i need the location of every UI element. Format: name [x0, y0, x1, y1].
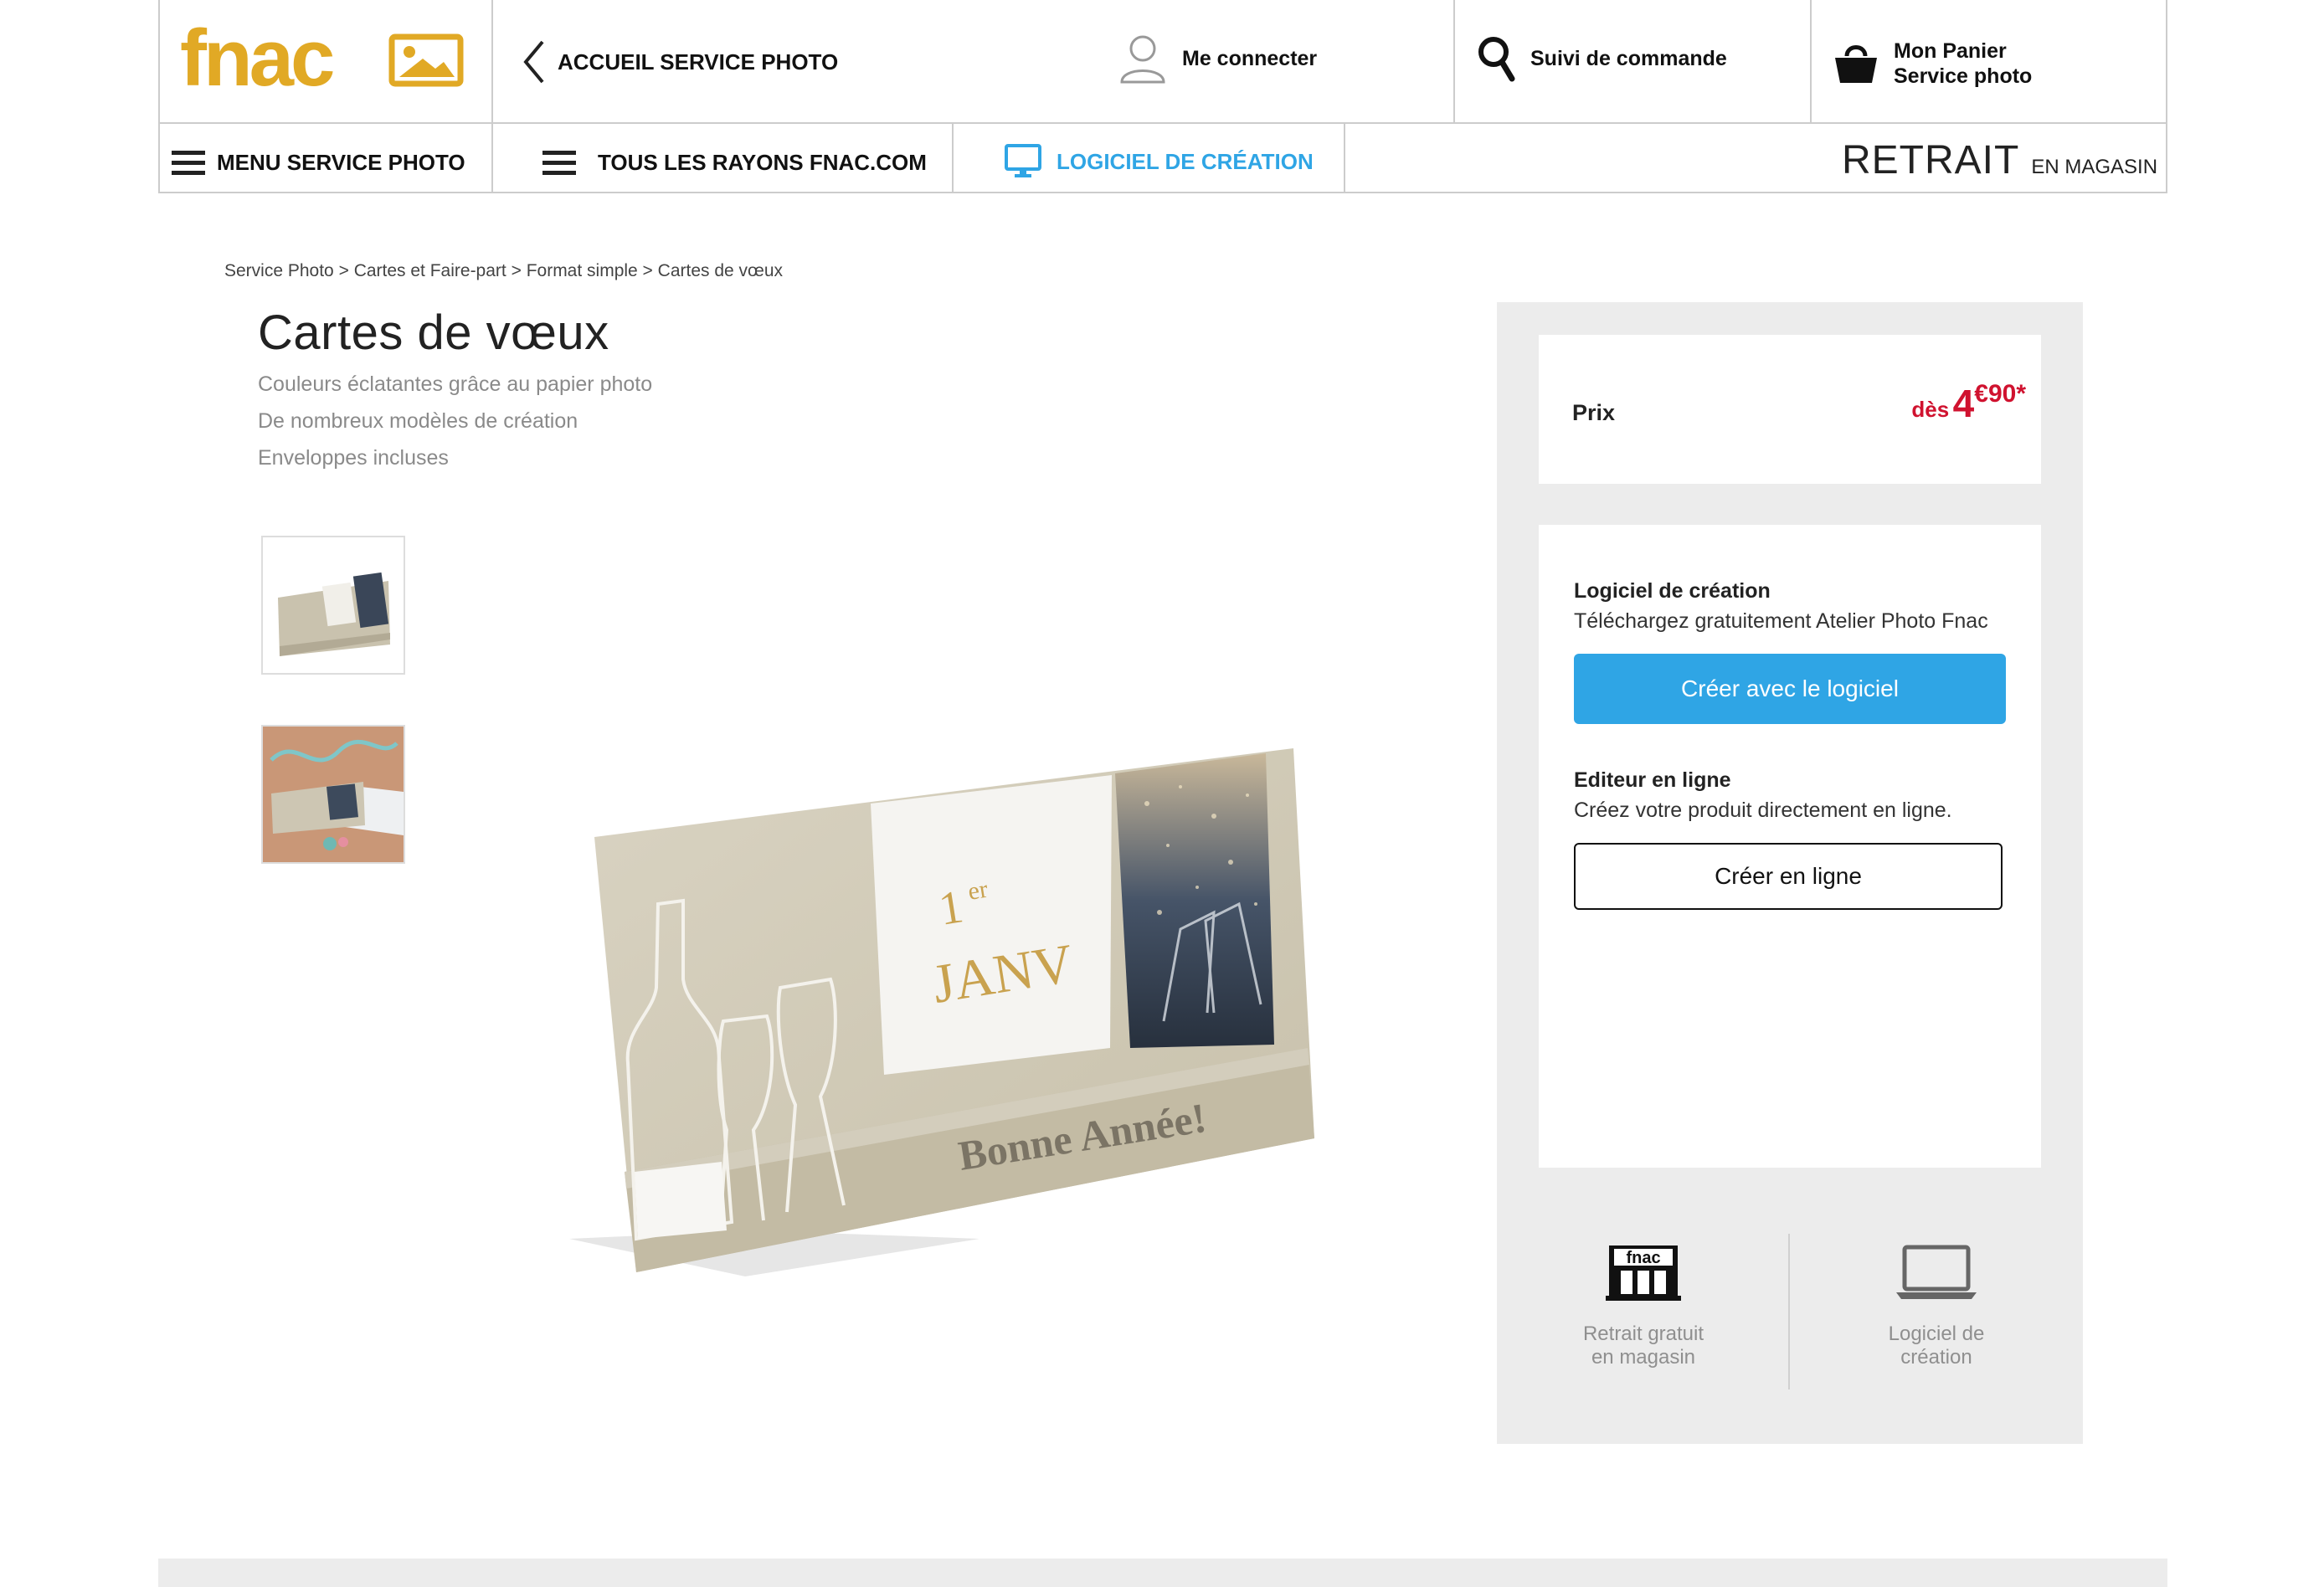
divider	[1810, 0, 1812, 124]
cart-label-line1: Mon Panier	[1894, 39, 2007, 63]
cart-label-line2: Service photo	[1894, 64, 2033, 88]
search-icon	[1478, 37, 1515, 82]
software-service-line1: Logiciel de	[1888, 1322, 1985, 1345]
main-product-image: 1 er JANV Bonne Année!	[544, 737, 1339, 1289]
create-with-software-button[interactable]: Créer avec le logiciel	[1574, 654, 2006, 724]
all-departments-label: TOUS LES RAYONS FNAC.COM	[598, 149, 927, 175]
store-pickup-line1: Retrait gratuit	[1582, 1322, 1704, 1345]
breadcrumb-separator: >	[506, 261, 527, 280]
breadcrumb-separator: >	[333, 261, 354, 280]
lifestyle-thumbnail-image	[263, 727, 404, 862]
cart-link[interactable]: Mon Panier Service photo	[1833, 35, 2032, 92]
online-editor-title: Editeur en ligne	[1574, 768, 1731, 792]
price-decimal: €90*	[1974, 380, 2026, 408]
fnac-logo[interactable]: fnac	[180, 13, 469, 103]
page-title: Cartes de vœux	[258, 306, 609, 360]
online-editor-description: Créez votre produit directement en ligne…	[1574, 799, 1952, 822]
hamburger-icon	[172, 145, 205, 181]
monitor-icon	[1005, 144, 1041, 177]
feature-item: Enveloppes incluses	[258, 446, 449, 470]
card-thumbnail-image	[263, 537, 404, 673]
svg-text:fnac: fnac	[180, 25, 333, 94]
software-service-line2: création	[1900, 1346, 1972, 1369]
divider	[952, 124, 954, 193]
order-tracking-label: Suivi de commande	[1530, 46, 1727, 70]
creation-software-tab[interactable]: LOGICIEL DE CRÉATION	[1005, 142, 1314, 181]
breadcrumb-separator: >	[637, 261, 658, 280]
pickup-big-label: RETRAIT	[1842, 138, 2020, 182]
feature-item: Couleurs éclatantes grâce au papier phot…	[258, 372, 653, 396]
menu-service-photo-button[interactable]: MENU SERVICE PHOTO	[172, 146, 465, 179]
greeting-card-illustration: 1 er JANV Bonne Année!	[569, 748, 1314, 1276]
fnac-logo-graphic: fnac	[180, 13, 464, 103]
store-pickup-line2: en magasin	[1591, 1346, 1696, 1369]
price-integer: 4	[1952, 382, 1975, 425]
store-pickup-service: fnac Retrait gratuit en magasin	[1564, 1244, 1723, 1369]
software-option-title: Logiciel de création	[1574, 579, 1771, 603]
divider	[1453, 0, 1455, 124]
breadcrumb: Service Photo > Cartes et Faire-part > F…	[224, 261, 783, 281]
hamburger-icon	[542, 145, 576, 181]
divider	[1344, 124, 1345, 193]
user-icon	[1120, 35, 1165, 84]
breadcrumb-item[interactable]: Cartes et Faire-part	[354, 261, 506, 280]
breadcrumb-current: Cartes de vœux	[657, 261, 784, 280]
breadcrumb-item[interactable]: Format simple	[527, 261, 638, 280]
menu-label: MENU SERVICE PHOTO	[217, 149, 465, 175]
all-departments-button[interactable]: TOUS LES RAYONS FNAC.COM	[542, 146, 927, 179]
chevron-left-icon	[523, 40, 544, 84]
back-link-label: ACCUEIL SERVICE PHOTO	[558, 49, 839, 74]
pickup-small-label: EN MAGASIN	[2031, 156, 2158, 178]
price-label: Prix	[1572, 400, 1616, 425]
fnac-store-icon: fnac	[1606, 1245, 1681, 1301]
info-section-band	[158, 1559, 2167, 1587]
login-link[interactable]: Me connecter	[1118, 33, 1317, 84]
price-prefix: dès	[1911, 397, 1950, 422]
create-online-button[interactable]: Créer en ligne	[1574, 843, 2003, 910]
breadcrumb-item[interactable]: Service Photo	[224, 261, 334, 280]
back-to-photo-home-link[interactable]: ACCUEIL SERVICE PHOTO	[522, 39, 838, 85]
divider	[491, 0, 493, 193]
product-thumbnail[interactable]	[261, 725, 405, 864]
software-service: Logiciel de création	[1857, 1244, 2016, 1369]
software-option-description: Téléchargez gratuitement Atelier Photo F…	[1574, 609, 1988, 633]
product-thumbnail[interactable]	[261, 536, 405, 675]
store-pickup-link[interactable]: RETRAIT EN MAGASIN	[1842, 137, 2157, 184]
creation-software-label: LOGICIEL DE CRÉATION	[1057, 148, 1314, 174]
feature-item: De nombreux modèles de création	[258, 409, 578, 433]
price-value: dès 4€90*	[1884, 380, 2026, 426]
services-divider	[1788, 1234, 1790, 1389]
store-icon-logo-text: fnac	[1626, 1249, 1660, 1267]
shopping-bag-icon	[1835, 45, 1877, 83]
login-label: Me connecter	[1182, 46, 1318, 70]
order-tracking-link[interactable]: Suivi de commande	[1477, 35, 1727, 82]
laptop-icon	[1896, 1245, 1977, 1299]
